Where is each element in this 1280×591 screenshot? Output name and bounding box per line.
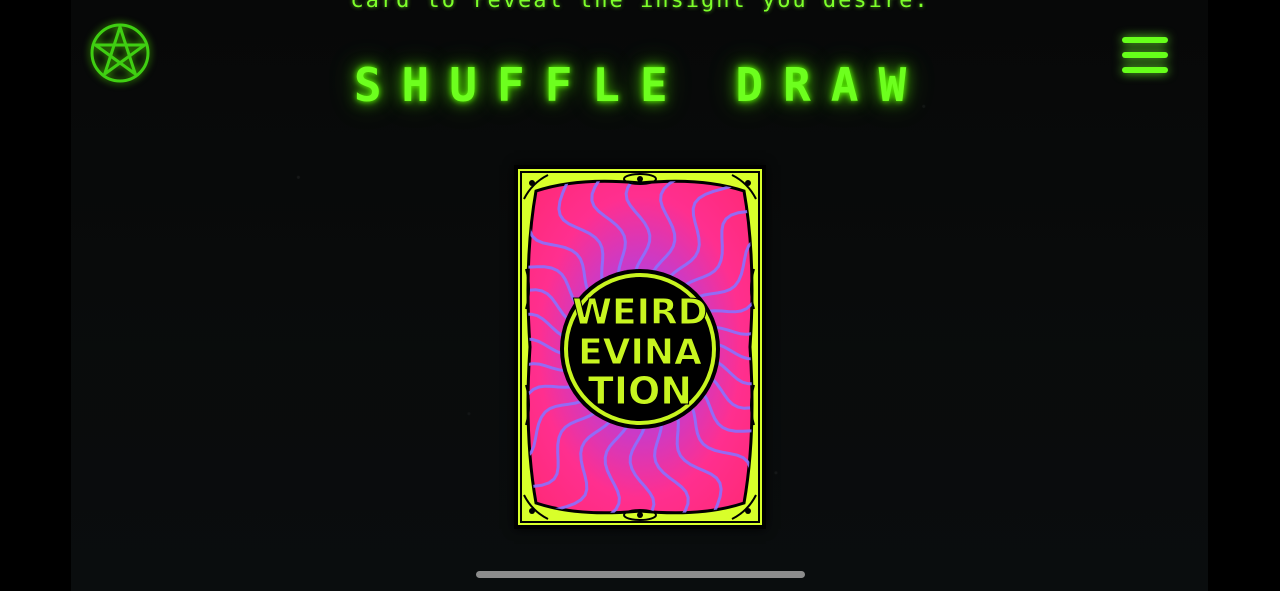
home-indicator[interactable] [476, 571, 805, 578]
instruction-text: card to reveal the insight you desire. [350, 0, 930, 13]
shuffle-draw-screen: card to reveal the insight you desire. S… [0, 0, 1280, 591]
hamburger-menu-icon[interactable] [1120, 35, 1170, 77]
emblem-line-3: TION [588, 369, 692, 413]
emblem-line-2: EVINA [578, 332, 702, 373]
emblem-line-1: WEIRD [572, 292, 707, 333]
tarot-card-back[interactable]: WEIRD EVINA TION [514, 165, 766, 529]
card-back-art: WEIRD EVINA TION [518, 169, 762, 525]
page-title: SHUFFLE DRAW [353, 58, 927, 112]
